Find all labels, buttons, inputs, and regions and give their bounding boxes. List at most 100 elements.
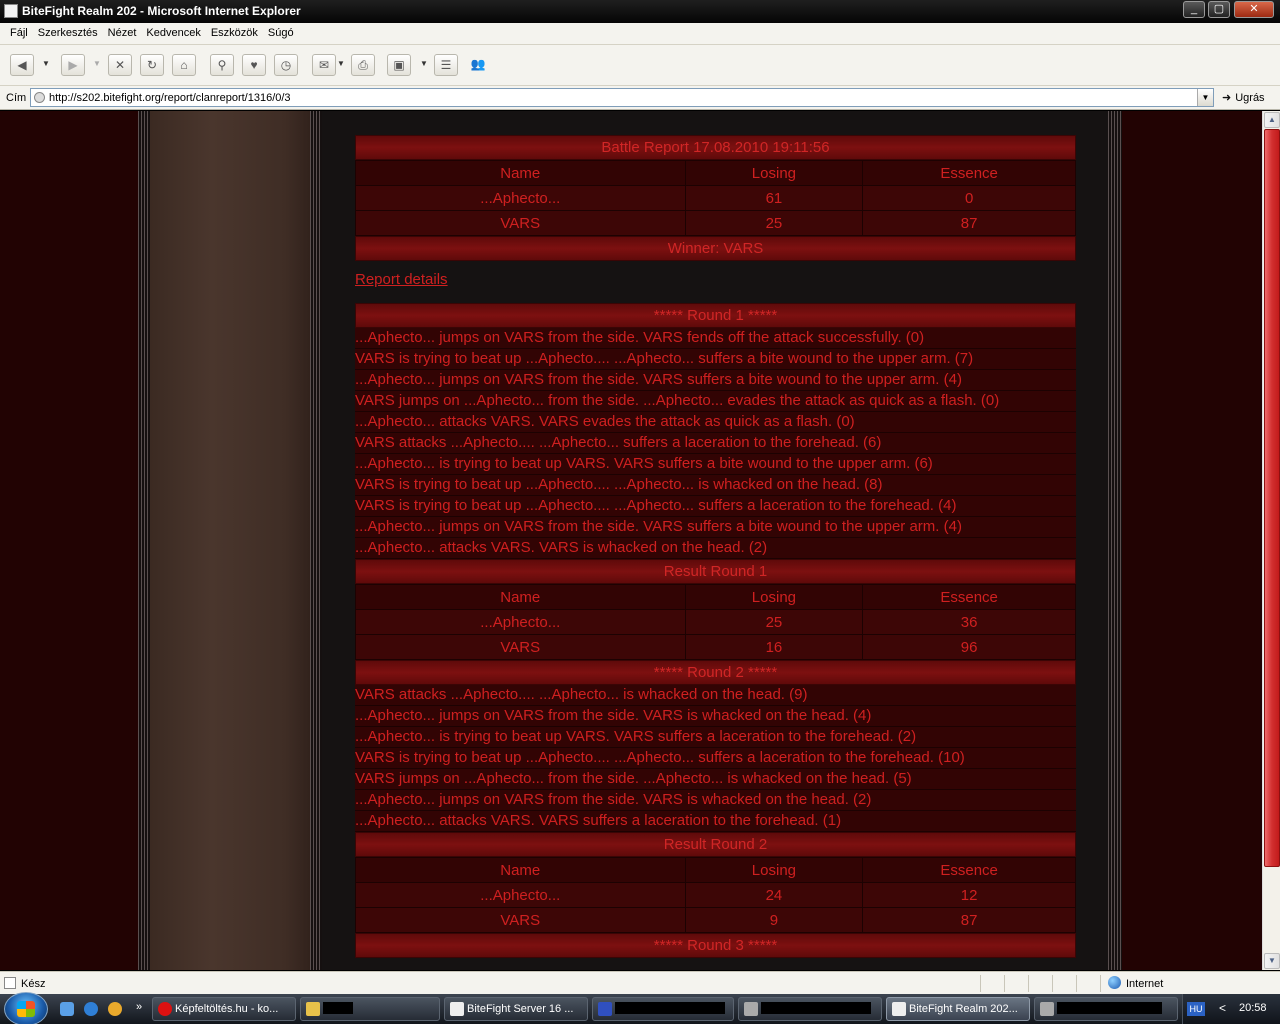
scroll-up-icon[interactable]: ▲ bbox=[1264, 112, 1280, 128]
show-desktop-icon[interactable] bbox=[60, 1002, 74, 1016]
cell-essence: 87 bbox=[862, 907, 1076, 933]
minimize-button[interactable]: _ bbox=[1183, 1, 1205, 18]
cell-essence: 0 bbox=[862, 185, 1076, 211]
taskbar-item-redacted[interactable] bbox=[738, 997, 882, 1021]
mail-icon[interactable]: ✉ bbox=[312, 54, 336, 76]
column-header-losing: Losing bbox=[684, 857, 864, 883]
cell-losing: 61 bbox=[684, 185, 864, 211]
log-line: ...Aphecto... attacks VARS. VARS evades … bbox=[355, 412, 1076, 433]
mail-dropdown-icon[interactable]: ▼ bbox=[336, 57, 346, 71]
taskbar-item-bitefight-202[interactable]: BiteFight Realm 202... bbox=[886, 997, 1030, 1021]
scroll-down-icon[interactable]: ▼ bbox=[1264, 953, 1280, 969]
home-icon[interactable]: ⌂ bbox=[172, 54, 196, 76]
forward-dropdown-icon[interactable]: ▼ bbox=[92, 57, 102, 71]
taskbar-item-opera[interactable]: Képfeltöltés.hu - ko... bbox=[152, 997, 296, 1021]
internet-explorer-icon[interactable] bbox=[84, 1002, 98, 1016]
go-label: Ugrás bbox=[1235, 92, 1265, 104]
column-header-losing: Losing bbox=[684, 584, 864, 610]
scrollbar-thumb[interactable] bbox=[1264, 129, 1280, 867]
close-button[interactable]: ✕ bbox=[1234, 1, 1274, 18]
status-divider bbox=[1076, 975, 1077, 992]
taskbar-item-folder[interactable] bbox=[300, 997, 440, 1021]
round-3-title: ***** Round 3 ***** bbox=[355, 933, 1076, 958]
cell-essence: 36 bbox=[862, 609, 1076, 635]
cell-losing: 25 bbox=[684, 609, 864, 635]
menu-file[interactable]: Fájl bbox=[6, 23, 34, 39]
security-zone: Internet bbox=[1108, 976, 1163, 990]
menu-help[interactable]: Súgó bbox=[264, 23, 300, 39]
report-title: Battle Report 17.08.2010 19:11:56 bbox=[355, 135, 1076, 160]
menu-favorites[interactable]: Kedvencek bbox=[142, 23, 206, 39]
folder-icon bbox=[306, 1002, 320, 1016]
stop-icon[interactable]: ✕ bbox=[108, 54, 132, 76]
cell-essence: 87 bbox=[862, 210, 1076, 236]
messenger-icon[interactable]: 👥 bbox=[466, 54, 490, 76]
column-header-essence: Essence bbox=[862, 857, 1076, 883]
start-button[interactable] bbox=[4, 992, 48, 1024]
refresh-icon[interactable]: ↻ bbox=[140, 54, 164, 76]
page-right-border bbox=[1108, 111, 1122, 970]
history-icon[interactable]: ◷ bbox=[274, 54, 298, 76]
menu-edit[interactable]: Szerkesztés bbox=[34, 23, 104, 39]
menu-tools[interactable]: Eszközök bbox=[207, 23, 264, 39]
ie-page-icon bbox=[450, 1002, 464, 1016]
ie-page-icon bbox=[892, 1002, 906, 1016]
app-launcher-icon[interactable] bbox=[108, 1002, 122, 1016]
taskbar-item-redacted[interactable] bbox=[1034, 997, 1178, 1021]
go-button[interactable]: ➜ Ugrás bbox=[1222, 91, 1265, 104]
favorites-icon[interactable]: ♥ bbox=[242, 54, 266, 76]
search-icon[interactable]: ⚲ bbox=[210, 54, 234, 76]
taskbar-item-redacted[interactable] bbox=[592, 997, 734, 1021]
cell-name: ...Aphecto... bbox=[355, 185, 686, 211]
tray-expand-icon[interactable]: < bbox=[1219, 1001, 1226, 1015]
vertical-scrollbar[interactable]: ▲ ▼ bbox=[1262, 111, 1280, 970]
column-header-losing: Losing bbox=[684, 160, 864, 186]
status-divider bbox=[980, 975, 981, 992]
menu-bar: Fájl Szerkesztés Nézet Kedvencek Eszközök Súg… bbox=[0, 23, 1280, 45]
column-header-essence: Essence bbox=[862, 160, 1076, 186]
print-icon[interactable]: ⎙ bbox=[351, 54, 375, 76]
discuss-icon[interactable]: ☰ bbox=[434, 54, 458, 76]
table-row: ...Aphecto... 24 12 bbox=[355, 882, 1076, 908]
quicklaunch-more-icon[interactable]: » bbox=[136, 1001, 142, 1013]
title-bar: BiteFight Realm 202 - Microsoft Internet… bbox=[0, 0, 1280, 23]
result-round-1-title: Result Round 1 bbox=[355, 559, 1076, 584]
log-line: VARS jumps on ...Aphecto... from the sid… bbox=[355, 391, 1076, 412]
maximize-button[interactable]: ▢ bbox=[1208, 1, 1230, 18]
page-viewport: Battle Report 17.08.2010 19:11:56 Name L… bbox=[0, 111, 1262, 970]
forward-icon[interactable]: ▶ bbox=[61, 54, 85, 76]
redacted-label bbox=[615, 1002, 725, 1014]
round-1-title: ***** Round 1 ***** bbox=[355, 303, 1076, 328]
log-line: ...Aphecto... jumps on VARS from the sid… bbox=[355, 706, 1076, 727]
log-line: ...Aphecto... jumps on VARS from the sid… bbox=[355, 790, 1076, 811]
report-details-link[interactable]: Report details bbox=[355, 271, 1076, 289]
app-icon bbox=[1040, 1002, 1054, 1016]
table-row: VARS 25 87 bbox=[355, 210, 1076, 236]
page-status-icon bbox=[4, 977, 16, 989]
column-header-name: Name bbox=[355, 584, 686, 610]
winner-banner: Winner: VARS bbox=[355, 236, 1076, 261]
edit-dropdown-icon[interactable]: ▼ bbox=[419, 57, 429, 71]
clock[interactable]: 20:58 bbox=[1239, 1002, 1267, 1014]
address-url[interactable]: http://s202.bitefight.org/report/clanrep… bbox=[49, 92, 291, 104]
language-indicator[interactable]: HU bbox=[1187, 1002, 1205, 1016]
edit-icon[interactable]: ▣ bbox=[387, 54, 411, 76]
page-left-column bbox=[138, 111, 322, 970]
result-round-2-title: Result Round 2 bbox=[355, 832, 1076, 857]
log-line: VARS attacks ...Aphecto.... ...Aphecto..… bbox=[355, 685, 1076, 706]
menu-view[interactable]: Nézet bbox=[104, 23, 143, 39]
redacted-label bbox=[1057, 1002, 1162, 1014]
address-input[interactable]: http://s202.bitefight.org/report/clanrep… bbox=[30, 88, 1214, 107]
table-row: VARS 9 87 bbox=[355, 907, 1076, 933]
taskbar-item-bitefight-16[interactable]: BiteFight Server 16 ... bbox=[444, 997, 588, 1021]
page-icon bbox=[34, 92, 45, 103]
log-line: VARS is trying to beat up ...Aphecto....… bbox=[355, 748, 1076, 769]
back-dropdown-icon[interactable]: ▼ bbox=[41, 57, 51, 71]
log-line: ...Aphecto... jumps on VARS from the sid… bbox=[355, 370, 1076, 391]
table-row: VARS 16 96 bbox=[355, 634, 1076, 660]
address-dropdown-icon[interactable]: ▼ bbox=[1197, 89, 1213, 106]
opera-icon bbox=[158, 1002, 172, 1016]
back-icon[interactable]: ◀ bbox=[10, 54, 34, 76]
window-title: BiteFight Realm 202 - Microsoft Internet… bbox=[22, 4, 301, 18]
go-arrow-icon: ➜ bbox=[1222, 92, 1232, 104]
